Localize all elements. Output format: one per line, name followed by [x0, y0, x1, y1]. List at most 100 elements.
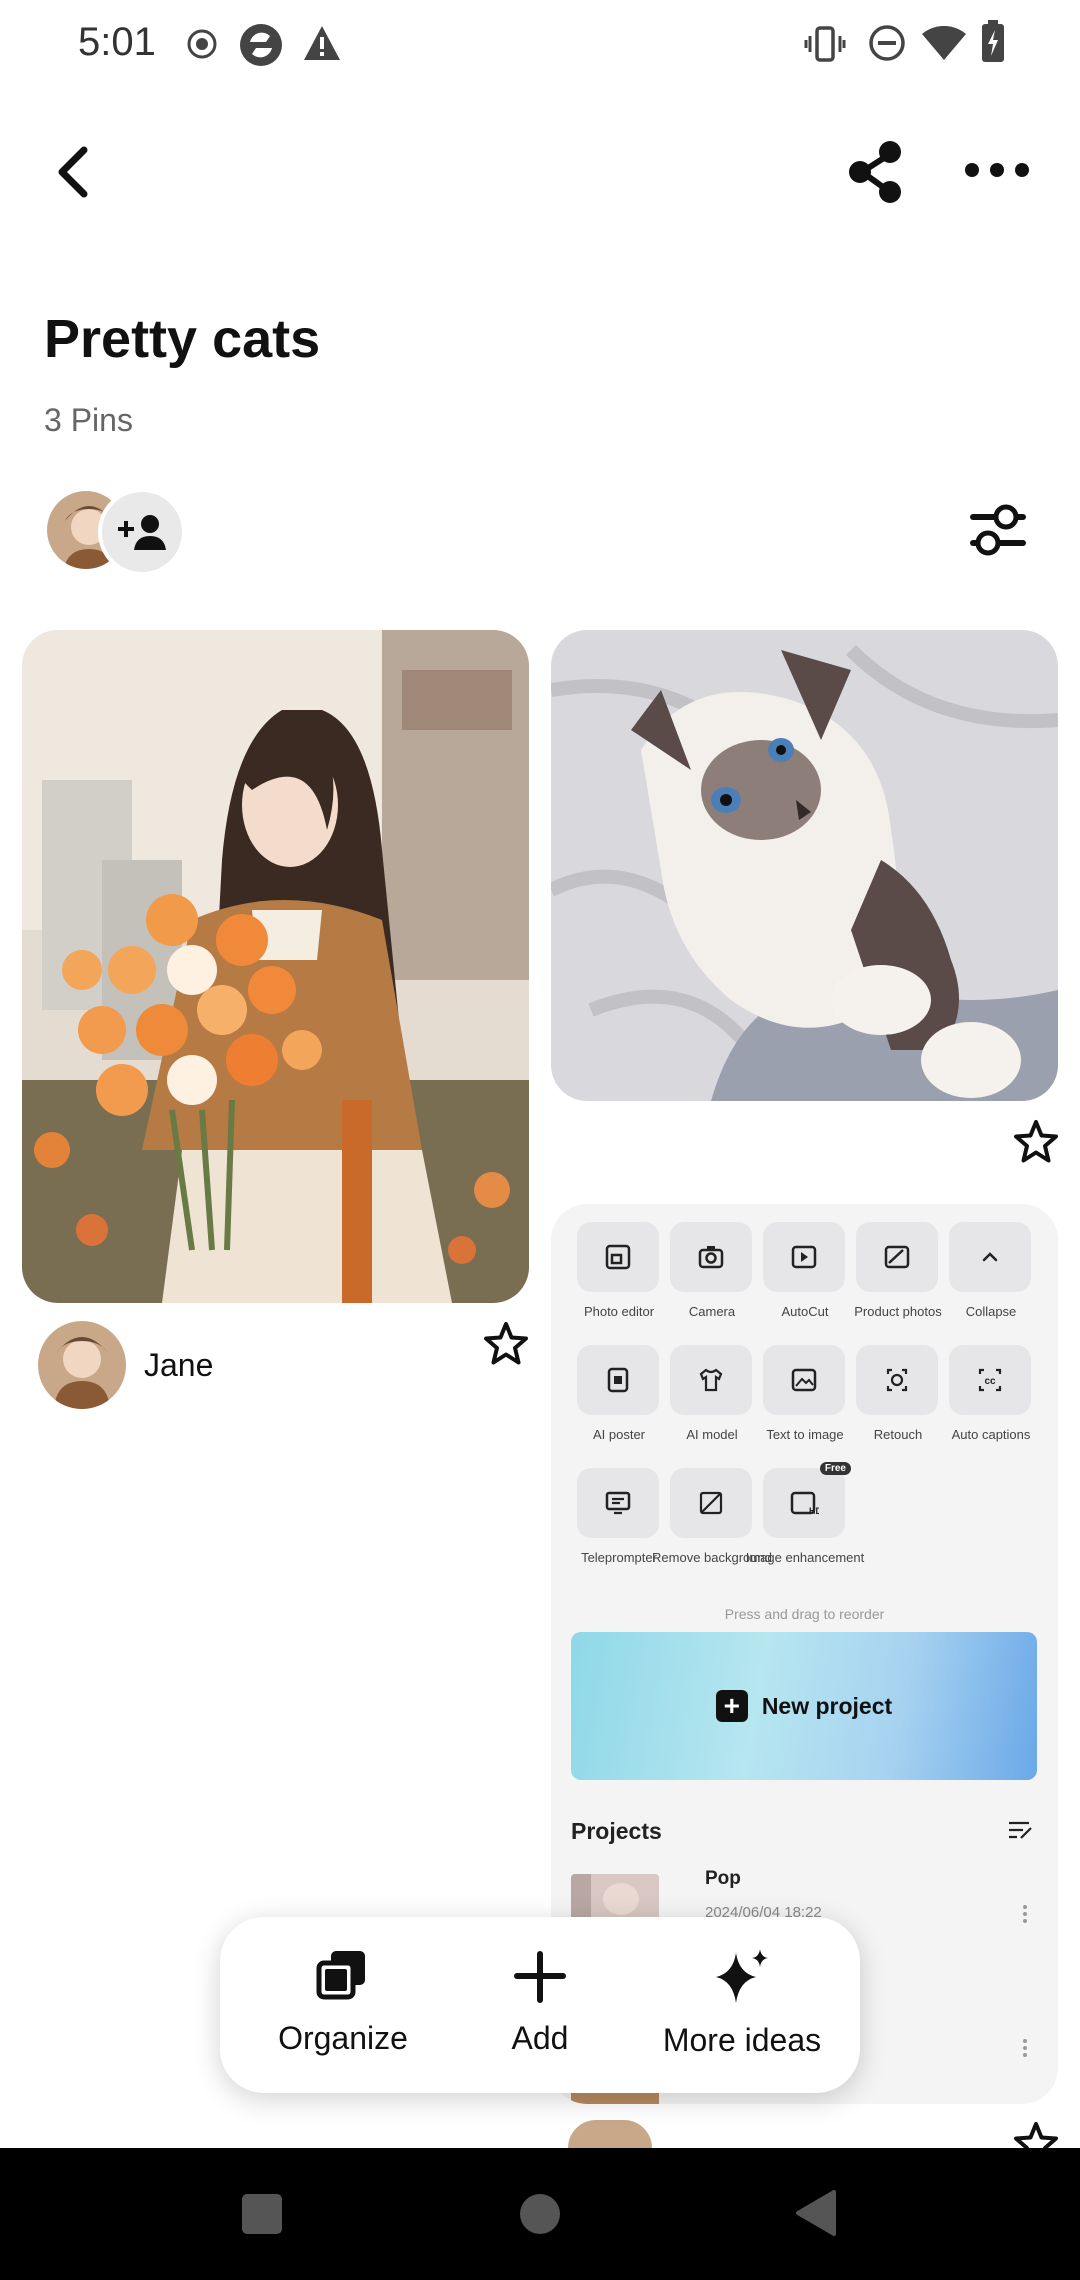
status-bar: 5:01: [0, 0, 1080, 90]
more-horizontal-icon: [965, 163, 1029, 177]
chevron-up-icon: [982, 1252, 998, 1262]
filter-button[interactable]: [960, 496, 1036, 566]
vibrate-icon: [804, 26, 846, 62]
tool-remove-background: Remove background: [652, 1468, 772, 1565]
tool-box: [856, 1222, 938, 1292]
more-ideas-label: More ideas: [662, 2022, 822, 2058]
tool-box: [577, 1222, 659, 1292]
tool-auto-captions: cc Auto captions: [949, 1345, 1033, 1442]
add-person-icon: [118, 515, 166, 550]
tool-box: [856, 1345, 938, 1415]
tool-label: Auto captions: [951, 1427, 1031, 1442]
tool-ai-poster: AI poster: [577, 1345, 661, 1442]
organize-icon: [316, 1951, 365, 2000]
free-badge: Free: [819, 1462, 851, 1475]
camera-icon: [698, 1246, 724, 1269]
new-project-label: New project: [761, 1692, 893, 1719]
warning-icon: [304, 26, 340, 60]
pin-count: 3 Pins: [44, 402, 133, 438]
new-project-button: + New project: [571, 1632, 1037, 1780]
tool-box: [670, 1468, 752, 1538]
pin-image: [551, 630, 1058, 1101]
avatar-image: [38, 1321, 126, 1409]
pin-girl-flowers[interactable]: [22, 630, 529, 1303]
retouch-icon: [886, 1368, 908, 1392]
svg-text:HD: HD: [809, 1506, 819, 1516]
product-photos-icon: [884, 1245, 910, 1269]
share-button[interactable]: [840, 132, 912, 212]
tool-product-photos: Product photos: [854, 1222, 942, 1319]
image-hd-icon: HD: [790, 1491, 819, 1516]
status-time: 5:01: [78, 20, 156, 64]
sparkle-icon: [716, 1949, 768, 2003]
filter-sliders-icon: [970, 504, 1026, 556]
wifi-icon: [922, 26, 966, 60]
project-name: Pop: [705, 1868, 741, 1889]
home-circle-icon[interactable]: [518, 2192, 562, 2236]
add-button[interactable]: Add: [490, 1947, 590, 2057]
back-button[interactable]: [44, 132, 108, 212]
tool-box: [949, 1222, 1031, 1292]
plus-icon: [514, 1951, 566, 2003]
pin-cat[interactable]: [551, 630, 1058, 1101]
record-icon: [187, 29, 217, 59]
back-arrow-icon: [58, 146, 88, 198]
tool-retouch: Retouch: [856, 1345, 940, 1442]
add-label: Add: [511, 2020, 569, 2056]
project-more-icon: [1021, 1902, 1029, 1926]
pin-image: [22, 630, 529, 1303]
battery-charging-icon: [982, 20, 1004, 62]
tool-autocut: AutoCut: [763, 1222, 847, 1319]
tool-box: [670, 1222, 752, 1292]
tool-text-to-image: Text to image: [763, 1345, 847, 1442]
save-star-icon[interactable]: [1012, 1118, 1060, 1166]
board-action-bar: Organize Add More ideas: [220, 1917, 860, 2093]
photo-editor-icon: [605, 1244, 631, 1270]
tool-image-enhancement: HD Free Image enhancement: [746, 1462, 864, 1565]
tool-box: [577, 1468, 659, 1538]
organize-button[interactable]: Organize: [264, 1947, 422, 2057]
teleprompter-icon: [605, 1491, 631, 1515]
tool-box: [763, 1345, 845, 1415]
reorder-hint: Press and drag to reorder: [724, 1606, 885, 1622]
tool-photo-editor: Photo editor: [577, 1222, 661, 1319]
tool-box: [577, 1345, 659, 1415]
ai-model-shirt-icon: [699, 1368, 723, 1392]
board-title: Pretty cats: [44, 309, 321, 369]
tool-ai-model: AI model: [670, 1345, 754, 1442]
tool-label: Image enhancement: [745, 1550, 865, 1565]
organize-label: Organize: [278, 2020, 408, 2056]
save-star-icon[interactable]: [482, 1320, 530, 1368]
add-collaborator-button[interactable]: [98, 488, 186, 576]
more-options-button[interactable]: [962, 140, 1032, 200]
plus-square-icon: +: [715, 1690, 748, 1722]
tool-box: HD Free: [763, 1462, 851, 1538]
system-nav-bar: [0, 2148, 1080, 2280]
svg-text:cc: cc: [984, 1376, 996, 1387]
autocut-icon: [791, 1245, 817, 1269]
pinner-row[interactable]: Jane: [38, 1320, 213, 1410]
tool-collapse: Collapse: [949, 1222, 1033, 1319]
ai-poster-icon: [607, 1367, 629, 1393]
tool-label: Collapse: [965, 1304, 1017, 1319]
captions-icon: cc: [978, 1368, 1002, 1392]
pinner-name[interactable]: Jane: [144, 1347, 213, 1384]
tool-box: cc: [949, 1345, 1031, 1415]
project-more-icon: [1021, 2036, 1029, 2060]
tool-teleprompter: Teleprompter: [577, 1468, 661, 1565]
tool-box: [670, 1345, 752, 1415]
tool-camera: Camera: [670, 1222, 754, 1319]
tool-box: [763, 1222, 845, 1292]
share-icon: [849, 141, 901, 203]
list-edit-icon: [1009, 1821, 1032, 1839]
do-not-disturb-icon: [869, 25, 905, 61]
recents-square-icon[interactable]: [240, 2192, 284, 2236]
projects-title: Projects: [571, 1818, 662, 1844]
more-ideas-button[interactable]: More ideas: [654, 1947, 830, 2059]
sync-app-icon: [240, 24, 282, 66]
back-triangle-icon[interactable]: [794, 2188, 838, 2238]
pinner-avatar[interactable]: [38, 1321, 126, 1409]
text-to-image-icon: [791, 1368, 817, 1392]
partial-avatar: [568, 2120, 652, 2148]
remove-background-icon: [699, 1491, 723, 1515]
